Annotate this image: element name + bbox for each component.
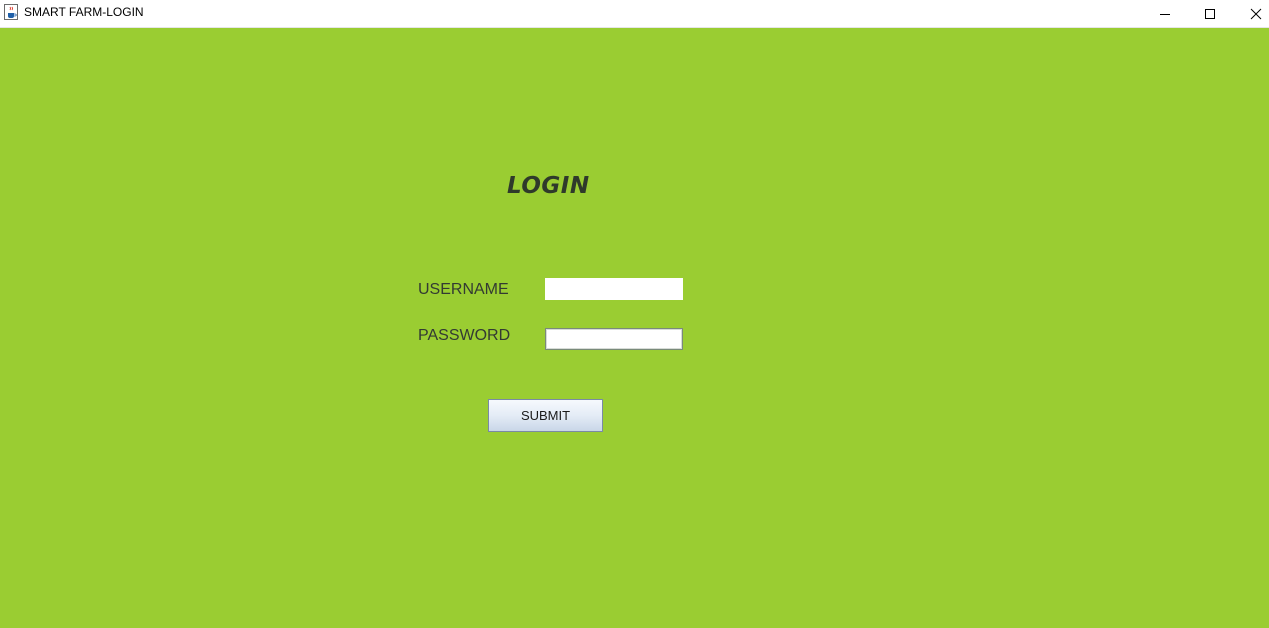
maximize-icon [1205,8,1215,19]
minimize-button[interactable] [1142,0,1188,27]
close-icon [1250,8,1262,19]
username-input[interactable] [545,278,683,300]
login-window: SMART FARM-LOGIN LOGIN USERNAME PASSWORD… [0,0,1269,628]
maximize-button[interactable] [1187,0,1233,27]
submit-button[interactable]: SUBMIT [488,399,603,432]
minimize-icon [1160,13,1170,15]
login-panel: LOGIN USERNAME PASSWORD SUBMIT [0,28,1269,628]
login-heading: LOGIN [507,173,590,199]
password-label: PASSWORD [418,327,511,344]
close-button[interactable] [1233,0,1269,27]
password-input[interactable] [545,328,683,350]
title-bar[interactable]: SMART FARM-LOGIN [0,0,1269,28]
username-label: USERNAME [418,281,509,298]
window-title: SMART FARM-LOGIN [24,5,144,19]
java-coffee-cup-icon [4,4,18,20]
